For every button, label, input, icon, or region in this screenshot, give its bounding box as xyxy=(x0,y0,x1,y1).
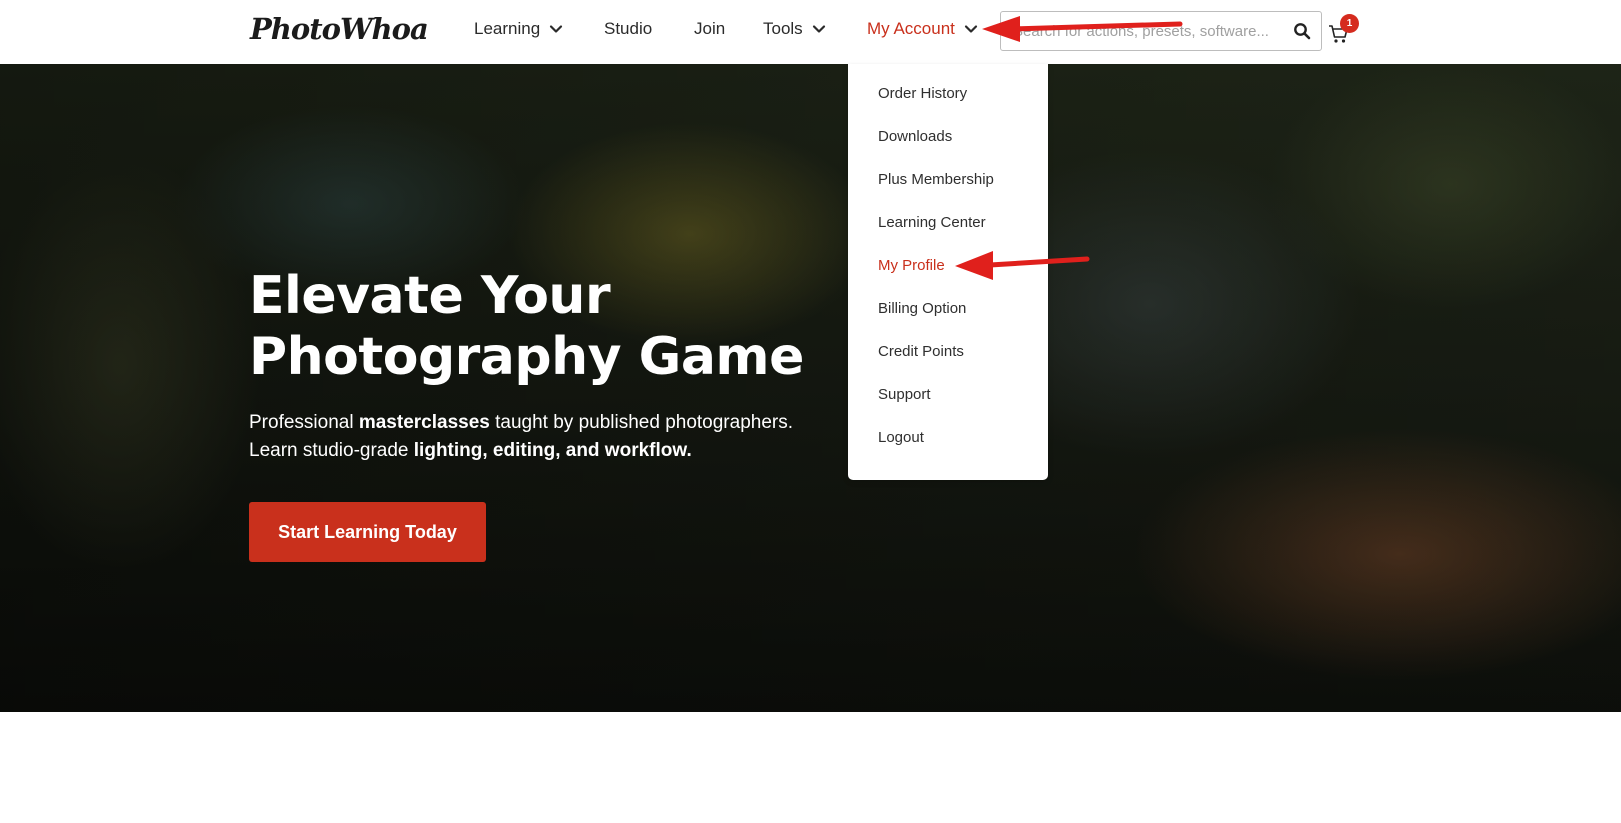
menu-item-billing-option[interactable]: Billing Option xyxy=(848,296,1048,339)
menu-item-downloads[interactable]: Downloads xyxy=(848,124,1048,167)
account-dropdown-menu: Order History Downloads Plus Membership … xyxy=(848,64,1048,480)
chevron-down-icon xyxy=(964,22,978,36)
menu-item-support[interactable]: Support xyxy=(848,382,1048,425)
start-learning-button[interactable]: Start Learning Today xyxy=(249,502,486,562)
chevron-down-icon xyxy=(549,22,563,36)
hero-title: Elevate Your Photography Game xyxy=(249,266,889,388)
chevron-down-icon xyxy=(812,22,826,36)
hero-sub1-a: Professional xyxy=(249,412,359,433)
nav-learning-label: Learning xyxy=(474,19,541,38)
hero-sub1-b: masterclasses xyxy=(358,412,490,433)
nav-learning[interactable]: Learning xyxy=(474,19,563,39)
cart-count-badge: 1 xyxy=(1340,14,1359,33)
nav-my-account[interactable]: My Account xyxy=(867,19,978,39)
nav-studio-label: Studio xyxy=(604,19,653,38)
nav-join-label: Join xyxy=(694,19,726,38)
menu-item-plus-membership[interactable]: Plus Membership xyxy=(848,167,1048,210)
hero-title-line1: Elevate Your xyxy=(249,266,611,326)
hero-sub1-c: taught by published photographers. xyxy=(489,412,794,433)
menu-item-credit-points[interactable]: Credit Points xyxy=(848,339,1048,382)
menu-item-my-profile[interactable]: My Profile xyxy=(848,253,1048,296)
hero-banner: Elevate Your Photography Game Profession… xyxy=(0,64,1621,712)
nav-tools-label: Tools xyxy=(763,19,803,38)
menu-item-learning-center[interactable]: Learning Center xyxy=(848,210,1048,253)
hero-title-line2: Photography Game xyxy=(249,327,804,387)
nav-studio[interactable]: Studio xyxy=(604,19,652,39)
hero-overlay xyxy=(0,64,1621,712)
search-box xyxy=(1000,11,1322,51)
hero-sub2-a: Learn studio-grade xyxy=(249,440,414,461)
nav-tools[interactable]: Tools xyxy=(763,19,826,39)
logo[interactable]: PhotoWhoa xyxy=(250,12,429,46)
search-icon[interactable] xyxy=(1293,22,1311,40)
search-input[interactable] xyxy=(1013,12,1283,50)
menu-item-logout[interactable]: Logout xyxy=(848,425,1048,468)
nav-join[interactable]: Join xyxy=(694,19,725,39)
nav-my-account-label: My Account xyxy=(867,19,955,38)
menu-item-order-history[interactable]: Order History xyxy=(848,81,1048,124)
hero-sub2-b: lighting, editing, and workflow. xyxy=(413,440,692,461)
site-header: PhotoWhoa Learning Studio Join Tools My … xyxy=(0,0,1621,64)
hero-subtitle: Professional masterclasses taught by pub… xyxy=(249,409,869,465)
